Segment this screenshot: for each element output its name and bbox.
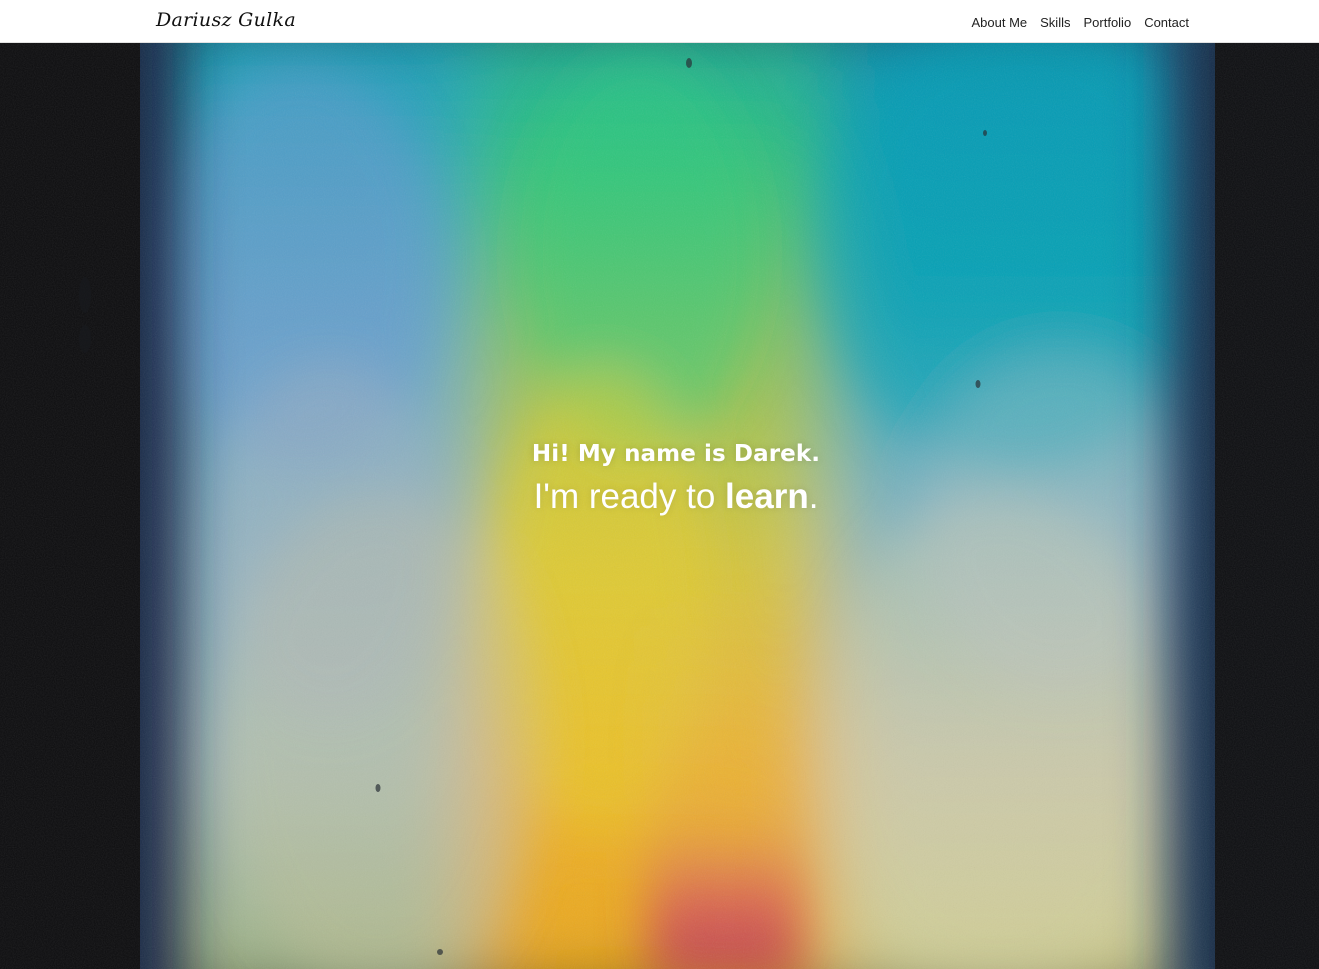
nav-item-skills: Skills: [1040, 12, 1070, 31]
hero-tagline-prefix: I'm ready to: [533, 477, 726, 516]
hero-tagline-suffix: .: [808, 477, 819, 516]
nav-link-about-me[interactable]: About Me: [971, 15, 1027, 30]
nav-link-portfolio[interactable]: Portfolio: [1083, 15, 1131, 30]
nav-link-contact[interactable]: Contact: [1144, 15, 1189, 30]
hero-greeting: Hi! My name is Darek.: [531, 441, 821, 467]
hero-text: Hi! My name is Darek. I'm ready to learn…: [0, 439, 1319, 517]
nav-link-skills[interactable]: Skills: [1040, 15, 1070, 30]
nav-item-portfolio: Portfolio: [1083, 12, 1131, 31]
nav-item-about-me: About Me: [971, 12, 1027, 31]
hero-tagline-accent: learn: [725, 477, 809, 516]
hero-section: Hi! My name is Darek. I'm ready to learn…: [0, 43, 1319, 969]
brand-logo[interactable]: Dariusz Gulka: [156, 6, 296, 36]
nav-item-contact: Contact: [1144, 12, 1189, 31]
navbar: Dariusz Gulka About Me Skills Portfolio …: [0, 0, 1319, 43]
nav-menu: About Me Skills Portfolio Contact: [971, 0, 1189, 43]
hero-tagline: I'm ready to learn.: [0, 477, 1319, 517]
